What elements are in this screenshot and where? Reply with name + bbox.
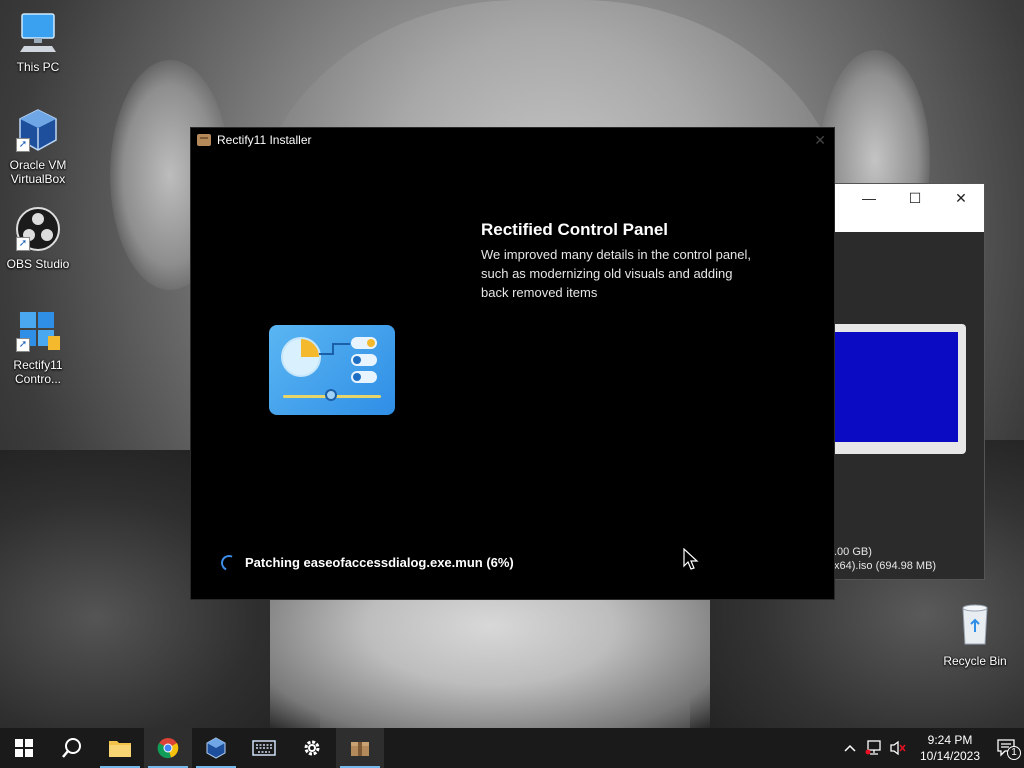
- start-button[interactable]: [0, 728, 48, 768]
- toggle-icon: [351, 337, 377, 349]
- shortcut-arrow-icon: ➚: [16, 237, 30, 251]
- action-center-button[interactable]: 1: [990, 728, 1024, 768]
- progress-status-text: Patching easeofaccessdialog.exe.mun (6%): [245, 555, 514, 570]
- desktop-icon-label: This PC: [16, 60, 60, 74]
- shortcut-arrow-icon: ➚: [16, 138, 30, 152]
- vm-preview-monitor: [834, 324, 966, 454]
- desktop-icon-label: Recycle Bin: [943, 654, 1007, 668]
- notification-count-badge: 1: [1007, 746, 1021, 760]
- background-window-body: .00 GB) x64).iso (694.98 MB): [834, 232, 984, 579]
- obs-studio-icon: ➚: [14, 205, 62, 253]
- connector-line: [332, 343, 350, 345]
- iso-file-text: x64).iso (694.98 MB): [834, 560, 937, 572]
- taskbar-chrome[interactable]: [144, 728, 192, 768]
- close-button[interactable]: ✕: [814, 132, 826, 149]
- wallpaper-collar: [270, 600, 710, 730]
- show-hidden-icons-button[interactable]: [838, 728, 862, 768]
- rectify11-control-panel-icon: ➚: [14, 306, 62, 354]
- toggle-icon: [351, 354, 377, 366]
- system-tray: 9:24 PM 10/14/2023 1: [838, 728, 1024, 768]
- taskbar-settings[interactable]: [288, 728, 336, 768]
- desktop-icon-label: Oracle VM VirtualBox: [9, 158, 67, 186]
- chrome-icon: [157, 738, 179, 759]
- windows-start-icon: [15, 739, 33, 757]
- clock-date: 10/14/2023: [919, 749, 981, 763]
- installer-window[interactable]: Rectify11 Installer ✕ Rectified Control …: [190, 127, 835, 600]
- desktop-icon-label: OBS Studio: [6, 257, 70, 271]
- virtualbox-icon: [206, 737, 226, 759]
- taskbar-on-screen-keyboard[interactable]: [240, 728, 288, 768]
- on-screen-keyboard-icon: [252, 740, 276, 756]
- maximize-button[interactable]: ☐: [892, 184, 938, 212]
- taskbar-virtualbox[interactable]: [192, 728, 240, 768]
- network-icon: [865, 740, 881, 755]
- feature-title: Rectified Control Panel: [481, 220, 669, 239]
- desktop-icon-label: Rectify11 Contro...: [13, 358, 63, 386]
- background-window[interactable]: — ☐ ✕ .00 GB) x64).iso (694.98 MB): [834, 183, 985, 580]
- clock[interactable]: 9:24 PM 10/14/2023: [910, 732, 990, 764]
- toggle-icon: [351, 371, 377, 383]
- network-button[interactable]: [862, 728, 886, 768]
- desktop-icon-rectify11-control-panel[interactable]: ➚ Rectify11 Contro...: [0, 306, 76, 386]
- rectify11-installer-icon: [351, 742, 369, 756]
- background-window-titlebar[interactable]: — ☐ ✕: [834, 184, 984, 232]
- control-panel-illustration: [269, 325, 395, 415]
- installer-title: Rectify11 Installer: [217, 133, 312, 147]
- feature-description: We improved many details in the control …: [481, 247, 752, 300]
- close-button[interactable]: ✕: [938, 184, 984, 212]
- installer-app-icon: [197, 134, 211, 146]
- taskbar: 9:24 PM 10/14/2023 1: [0, 728, 1024, 768]
- installer-titlebar[interactable]: Rectify11 Installer ✕: [191, 128, 834, 152]
- desktop-icon-obs-studio[interactable]: ➚ OBS Studio: [0, 205, 76, 271]
- connector-line: [319, 353, 333, 355]
- settings-gear-icon: [304, 740, 320, 756]
- desktop-icon-recycle-bin[interactable]: Recycle Bin: [940, 600, 1010, 668]
- vm-preview-screen: [834, 332, 958, 442]
- taskbar-rectify11-installer[interactable]: [336, 728, 384, 768]
- shortcut-arrow-icon: ➚: [16, 338, 30, 352]
- volume-button[interactable]: [886, 728, 910, 768]
- slider-knob-icon: [325, 389, 337, 401]
- minimize-button[interactable]: —: [846, 184, 892, 212]
- desktop-icon-this-pc[interactable]: This PC: [0, 8, 76, 74]
- clock-time: 9:24 PM: [927, 733, 973, 747]
- search-icon: [62, 738, 81, 758]
- disk-size-text: .00 GB): [834, 546, 872, 558]
- recycle-bin-icon: [951, 600, 999, 648]
- this-pc-icon: [14, 8, 62, 56]
- virtualbox-icon: ➚: [14, 106, 62, 154]
- pie-chart-icon: [281, 337, 321, 377]
- loading-spinner-icon: [218, 552, 240, 574]
- search-button[interactable]: [48, 728, 96, 768]
- desktop-icon-virtualbox[interactable]: ➚ Oracle VM VirtualBox: [0, 106, 76, 186]
- file-explorer-icon: [109, 741, 131, 757]
- volume-muted-icon: [890, 740, 906, 756]
- chevron-up-icon: [844, 744, 856, 752]
- taskbar-file-explorer[interactable]: [96, 728, 144, 768]
